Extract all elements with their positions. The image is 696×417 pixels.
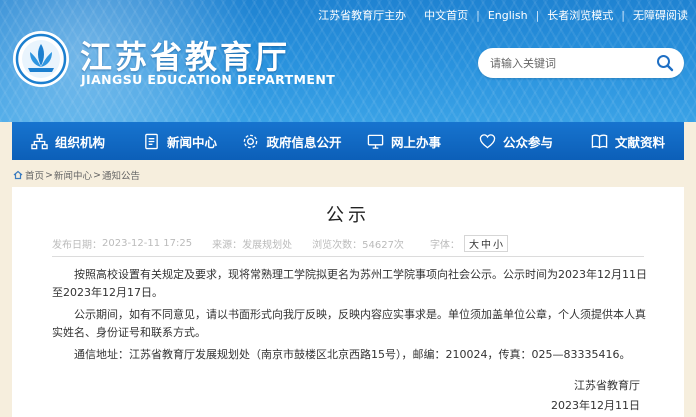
nav-label: 政府信息公开 xyxy=(266,134,342,150)
breadcrumb-separator: > xyxy=(45,169,53,181)
heart-icon xyxy=(479,133,496,148)
home-icon xyxy=(13,170,23,180)
english-link[interactable]: English xyxy=(488,9,528,22)
gear-icon xyxy=(244,134,258,148)
search-input[interactable] xyxy=(490,53,640,73)
source-value: 发展规划处 xyxy=(242,240,293,251)
breadcrumb-separator: > xyxy=(93,169,101,181)
search-icon[interactable] xyxy=(656,54,674,72)
breadcrumb: 首页 > 新闻中心 > 通知公告 xyxy=(13,168,140,182)
breadcrumb-notices[interactable]: 通知公告 xyxy=(102,168,140,182)
book-icon xyxy=(591,134,608,148)
main-nav: 组织机构 新闻中心 政府信息公开 网上办事 公众参与 文献资料 xyxy=(12,122,684,160)
lotus-emblem-icon[interactable] xyxy=(12,30,70,88)
views-value: 54627次 xyxy=(362,240,404,251)
nav-item-gov-info[interactable]: 政府信息公开 xyxy=(236,122,348,160)
nav-item-organization[interactable]: 组织机构 xyxy=(12,122,124,160)
nav-label: 网上办事 xyxy=(390,134,441,150)
nav-label: 组织机构 xyxy=(54,134,105,150)
chinese-home-link[interactable]: 中文首页 xyxy=(424,7,468,23)
font-size-medium[interactable]: 中 xyxy=(481,236,491,251)
nav-item-documents[interactable]: 文献资料 xyxy=(572,122,684,160)
article-panel: 公示 发布日期： 2023-12-11 17:25 来源： 发展规划处 浏览次数… xyxy=(12,187,684,417)
top-utility-bar: 江苏省教育厅主办 中文首页 | English | 长者浏览模式 | 无障碍阅读 xyxy=(318,7,688,23)
article-body: 按照高校设置有关规定及要求，现将常熟理工学院拟更名为苏州工学院事项向社会公示。公… xyxy=(52,266,652,364)
paragraph: 按照高校设置有关规定及要求，现将常熟理工学院拟更名为苏州工学院事项向社会公示。公… xyxy=(52,268,647,299)
site-header: 江苏省教育厅主办 中文首页 | English | 长者浏览模式 | 无障碍阅读… xyxy=(0,0,696,122)
date-label: 发布日期： xyxy=(52,240,102,251)
views-label: 浏览次数： xyxy=(312,240,363,251)
nav-item-online-services[interactable]: 网上办事 xyxy=(348,122,460,160)
article-meta: 发布日期： 2023-12-11 17:25 来源： 发展规划处 浏览次数： 5… xyxy=(52,231,644,257)
accessibility-link[interactable]: 无障碍阅读 xyxy=(633,7,688,23)
elder-mode-link[interactable]: 长者浏览模式 xyxy=(547,7,613,23)
paragraph: 公示期间，如有不同意见，请以书面形式向我厅反映，反映内容应实事求是。单位须加盖单… xyxy=(52,308,646,339)
nav-item-public-participation[interactable]: 公众参与 xyxy=(460,122,572,160)
org-chart-icon xyxy=(31,133,48,149)
article-title: 公示 xyxy=(326,205,370,226)
monitor-icon xyxy=(367,134,384,149)
signature: 江苏省教育厅 xyxy=(574,379,640,392)
font-size-large[interactable]: 大 xyxy=(469,236,479,251)
nav-label: 公众参与 xyxy=(502,134,553,150)
nav-label: 新闻中心 xyxy=(166,134,217,150)
sign-date: 2023年12月11日 xyxy=(551,399,640,412)
breadcrumb-home[interactable]: 首页 xyxy=(25,168,44,182)
document-icon xyxy=(145,133,158,149)
font-size-small[interactable]: 小 xyxy=(493,236,503,251)
font-size-label: 字体： xyxy=(429,240,460,251)
search-box xyxy=(478,48,684,78)
host-label: 江苏省教育厅主办 xyxy=(318,9,407,22)
breadcrumb-news[interactable]: 新闻中心 xyxy=(54,168,92,182)
source-label: 来源： xyxy=(212,240,243,251)
site-subtitle: JIANGSU EDUCATION DEPARTMENT xyxy=(81,72,336,87)
date-value: 2023-12-11 17:25 xyxy=(102,238,193,249)
nav-item-news[interactable]: 新闻中心 xyxy=(124,122,236,160)
nav-label: 文献资料 xyxy=(614,134,665,150)
font-size-switcher: 大 中 小 xyxy=(463,235,508,252)
paragraph: 通信地址：江苏省教育厅发展规划处（南京市鼓楼区北京西路15号），邮编：21002… xyxy=(74,348,631,361)
